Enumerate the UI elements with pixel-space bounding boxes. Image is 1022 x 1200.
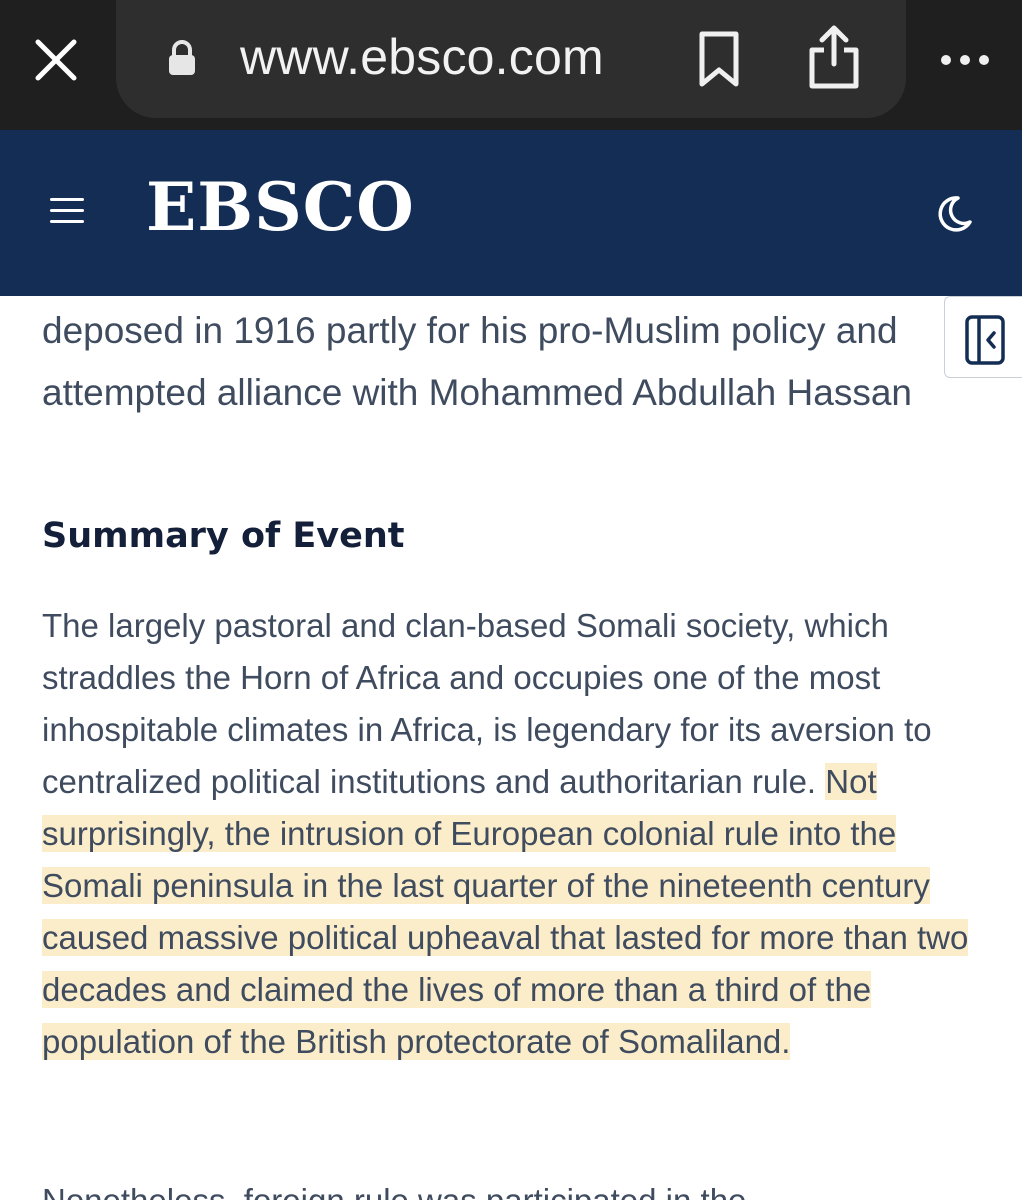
dark-mode-icon[interactable] (934, 194, 974, 234)
panel-collapse-icon (965, 315, 1005, 365)
browser-toolbar: www.ebsco.com (0, 0, 1022, 130)
lock-icon (166, 38, 198, 78)
close-icon[interactable] (32, 36, 80, 84)
url-text[interactable]: www.ebsco.com (240, 28, 604, 86)
site-header: EBSCO (0, 130, 1022, 296)
section-heading: Summary of Event (42, 516, 405, 556)
menu-icon[interactable] (50, 198, 84, 228)
bookmark-icon[interactable] (694, 30, 744, 88)
ebsco-logo[interactable]: EBSCO (146, 168, 415, 246)
side-panel-toggle-button[interactable] (944, 296, 1022, 378)
article-body: deposed in 1916 partly for his pro-Musli… (42, 300, 982, 1068)
more-options-icon[interactable] (936, 40, 996, 80)
highlighted-text: Not surprisingly, the intrusion of Europ… (42, 763, 969, 1060)
summary-paragraph: The largely pastoral and clan-based Soma… (42, 600, 982, 1068)
share-icon[interactable] (806, 24, 862, 90)
next-paragraph-partial: Nonetheless, foreign rule was participat… (42, 1182, 746, 1200)
lead-text: deposed in 1916 partly for his pro-Musli… (42, 310, 912, 413)
paragraph-text: The largely pastoral and clan-based Soma… (42, 607, 932, 800)
